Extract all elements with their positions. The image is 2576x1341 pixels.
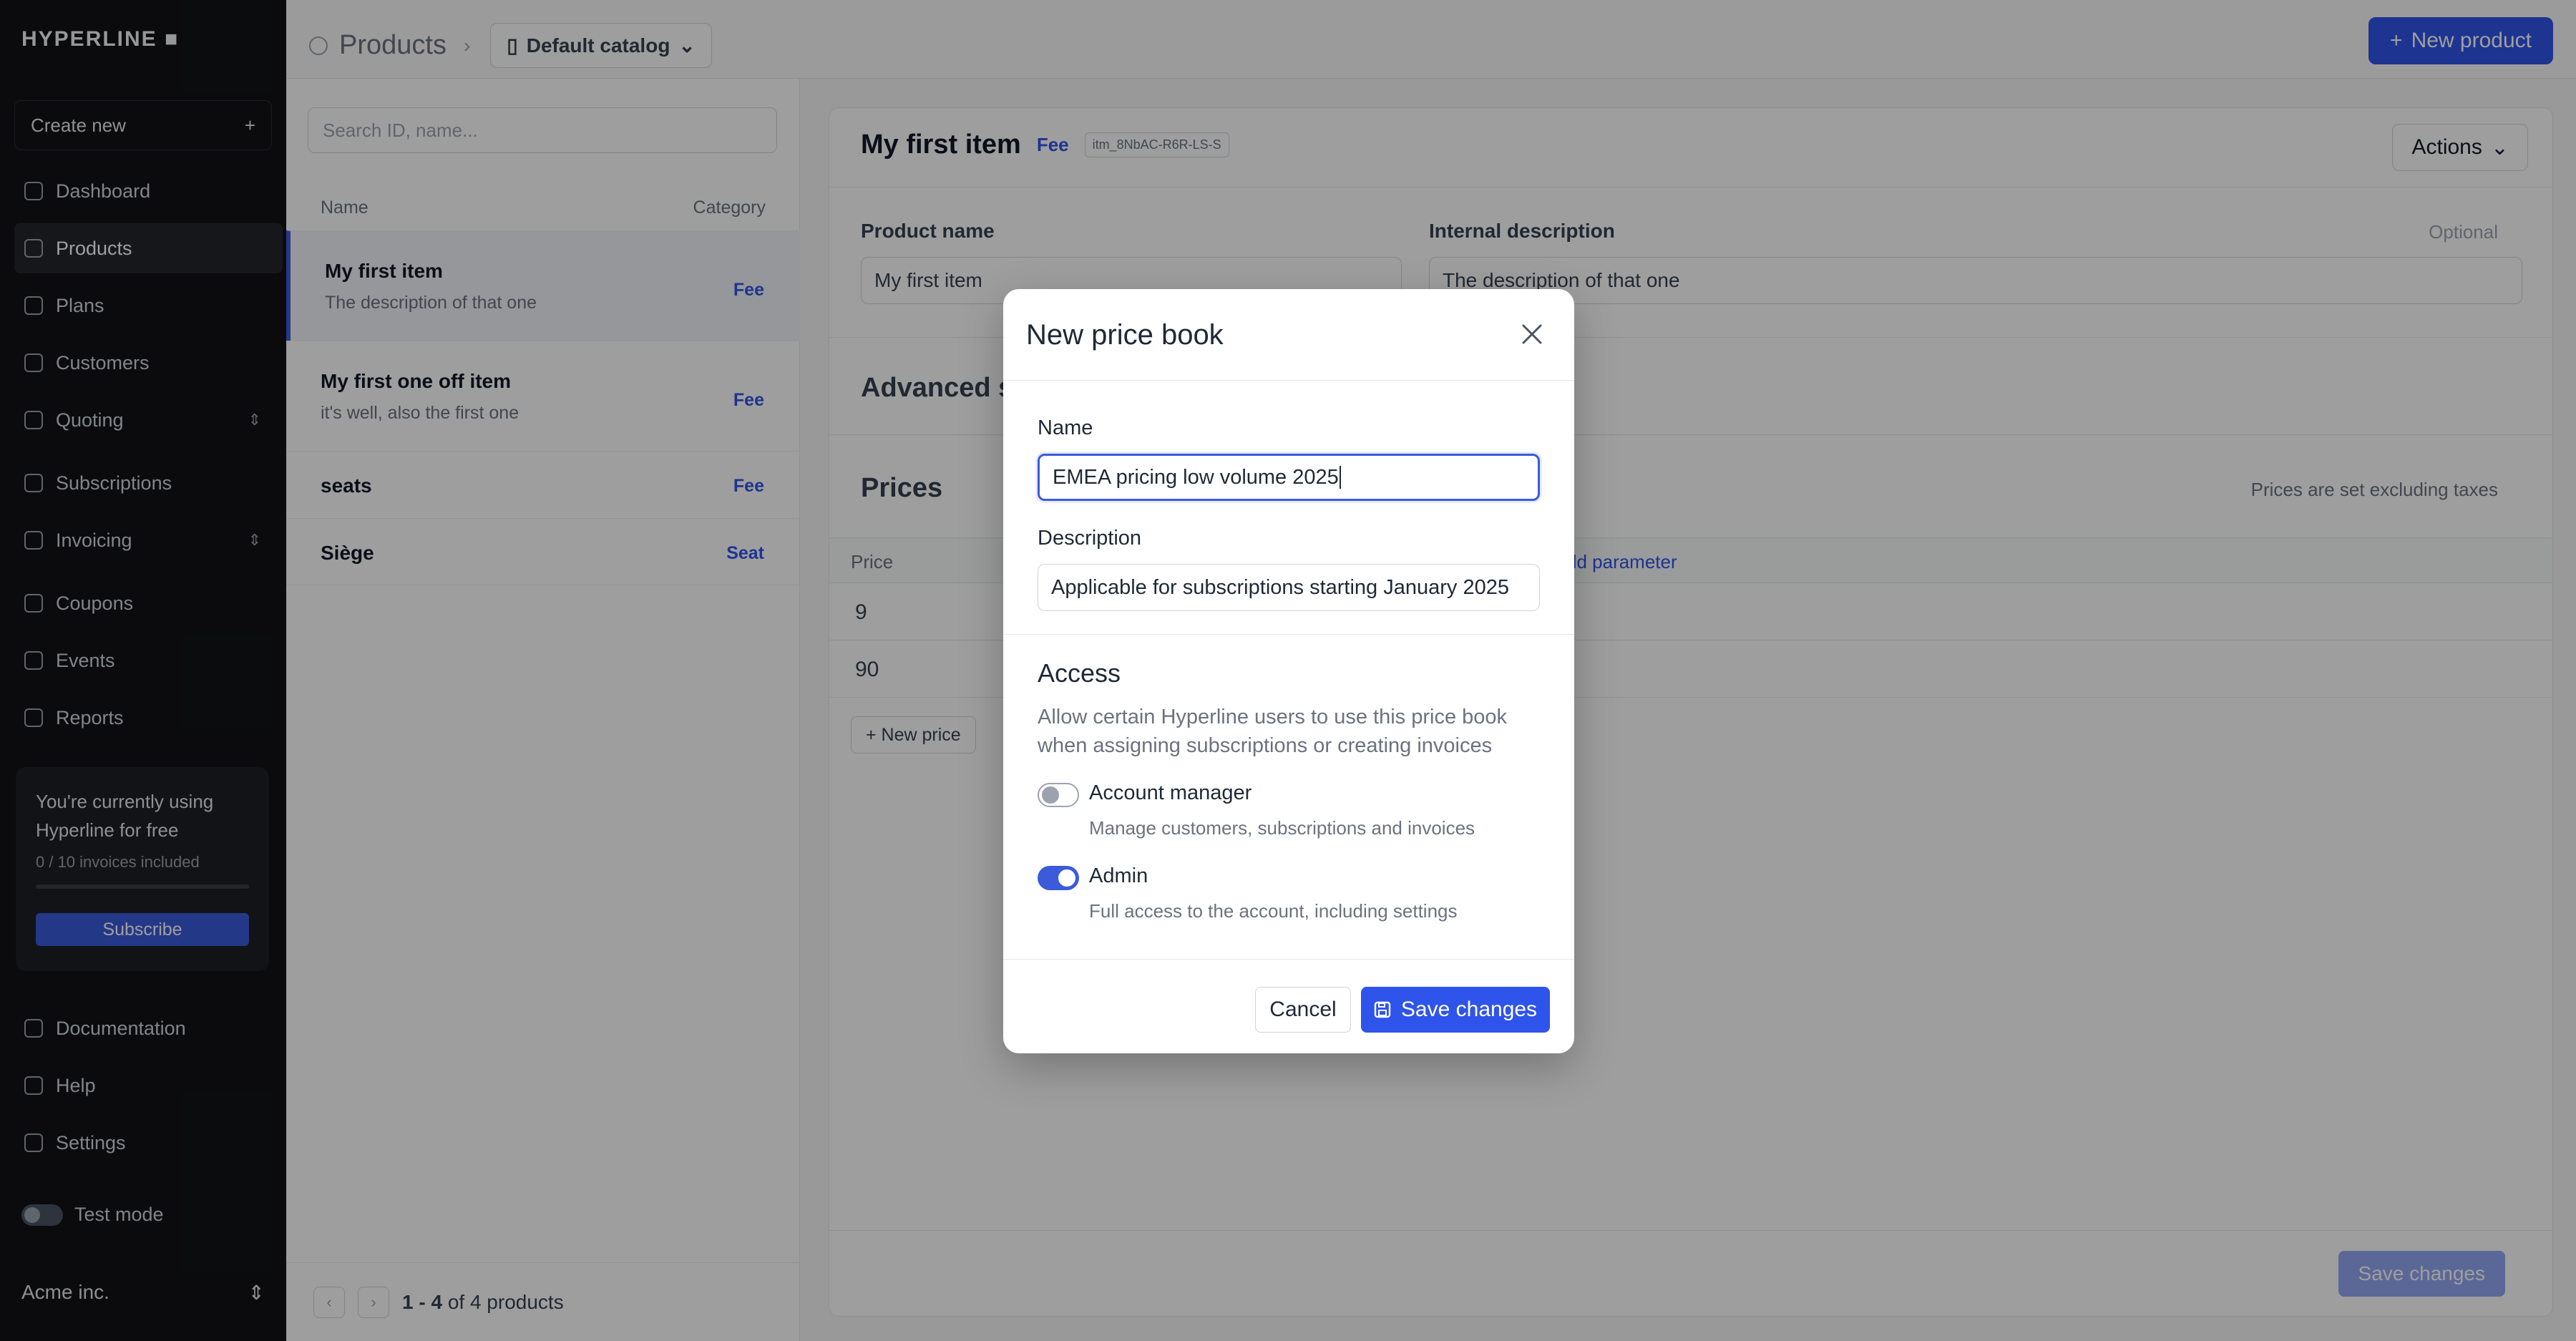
text-caret xyxy=(1339,466,1341,489)
save-label: Save changes xyxy=(1400,998,1538,1021)
save-icon xyxy=(1374,1001,1391,1018)
name-field[interactable]: EMEA pricing low volume 2025 xyxy=(1038,454,1540,501)
toggle-knob xyxy=(1042,786,1059,804)
toggle-knob xyxy=(1058,869,1075,887)
access-description: Allow certain Hyperline users to use thi… xyxy=(1038,706,1508,757)
access-title: Access xyxy=(1038,658,1121,688)
account-manager-desc: Manage customers, subscriptions and invo… xyxy=(1089,817,1475,839)
modal-header: New price book xyxy=(1003,289,1574,381)
name-value: EMEA pricing low volume 2025 xyxy=(1053,465,1339,489)
modal-footer: Cancel Save changes xyxy=(1003,959,1574,1053)
divider xyxy=(1003,634,1574,635)
account-manager-toggle[interactable] xyxy=(1038,783,1079,807)
new-price-book-modal: New price book Name EMEA pricing low vol… xyxy=(1003,289,1574,1053)
description-field[interactable]: Applicable for subscriptions starting Ja… xyxy=(1038,564,1540,611)
close-icon[interactable] xyxy=(1514,316,1550,352)
description-label: Description xyxy=(1038,527,1142,550)
name-label: Name xyxy=(1038,416,1093,439)
admin-toggle[interactable] xyxy=(1038,866,1079,890)
save-changes-button[interactable]: Save changes xyxy=(1361,987,1550,1033)
cancel-button[interactable]: Cancel xyxy=(1255,987,1351,1033)
admin-title: Admin xyxy=(1089,864,1148,887)
admin-desc: Full access to the account, including se… xyxy=(1089,900,1458,922)
description-value: Applicable for subscriptions starting Ja… xyxy=(1051,575,1509,599)
modal-title: New price book xyxy=(1026,319,1224,351)
account-manager-title: Account manager xyxy=(1089,781,1252,804)
